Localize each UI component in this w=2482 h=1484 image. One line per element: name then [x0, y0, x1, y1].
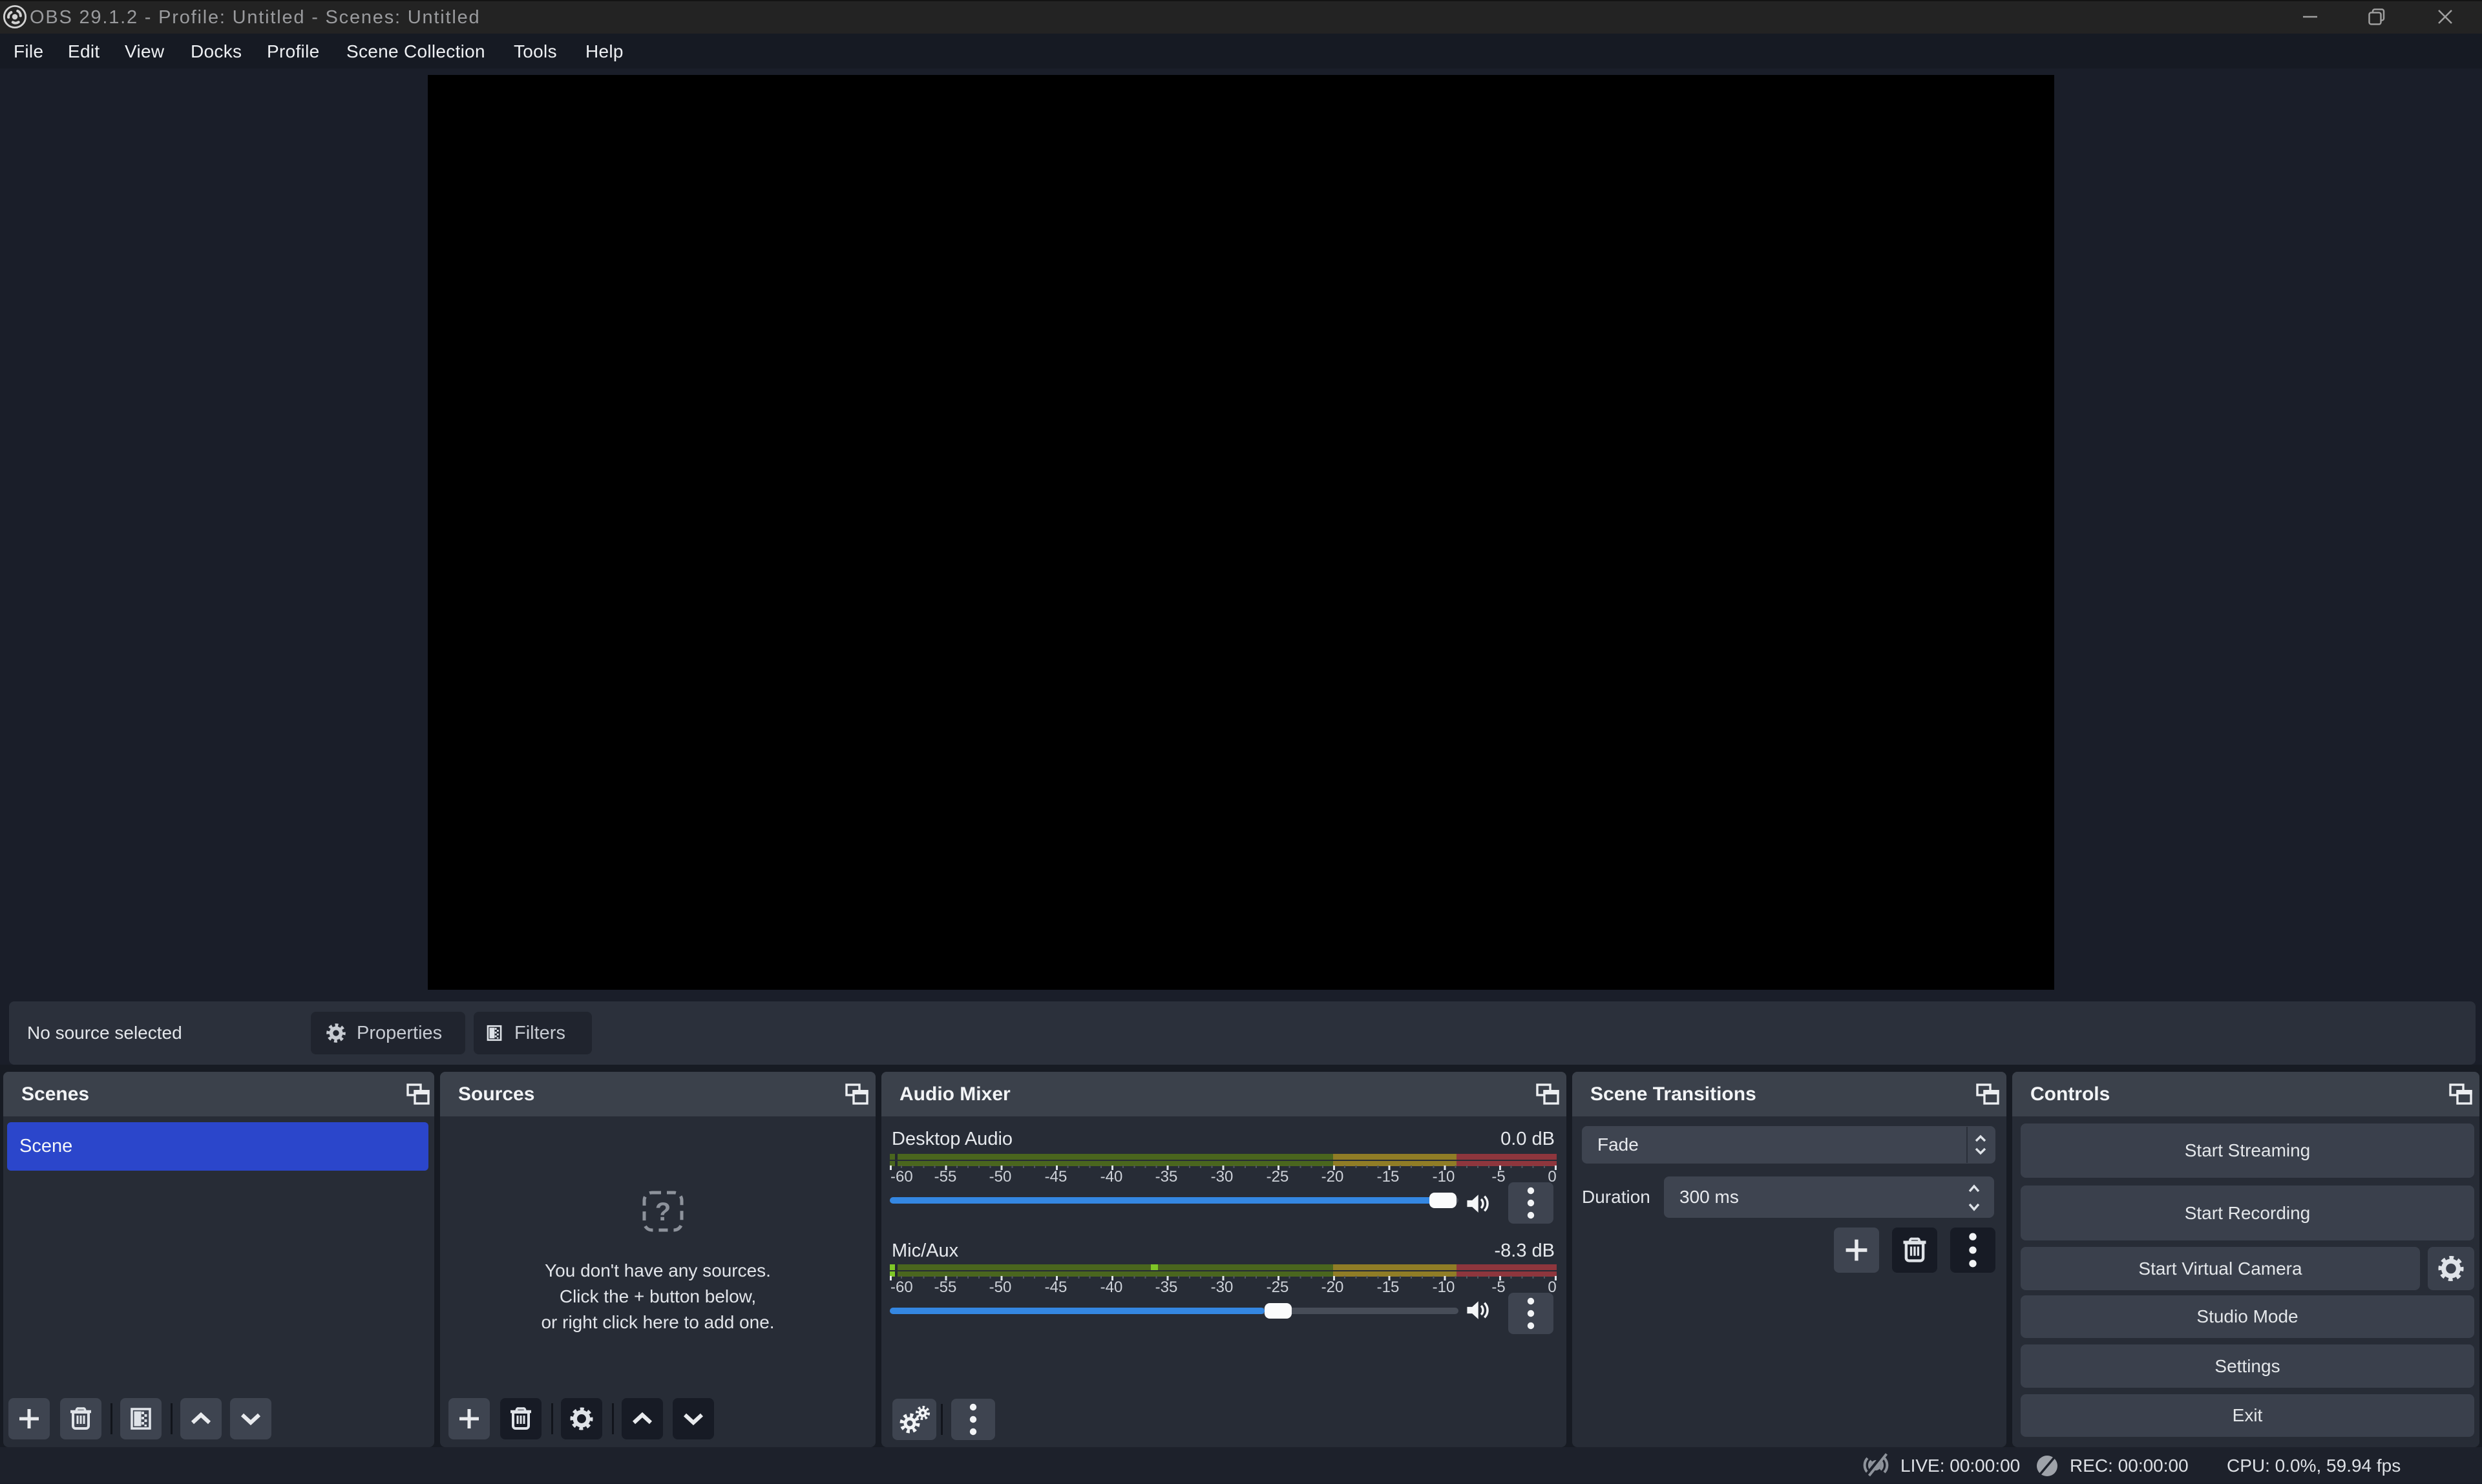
- svg-text:?: ?: [655, 1198, 671, 1226]
